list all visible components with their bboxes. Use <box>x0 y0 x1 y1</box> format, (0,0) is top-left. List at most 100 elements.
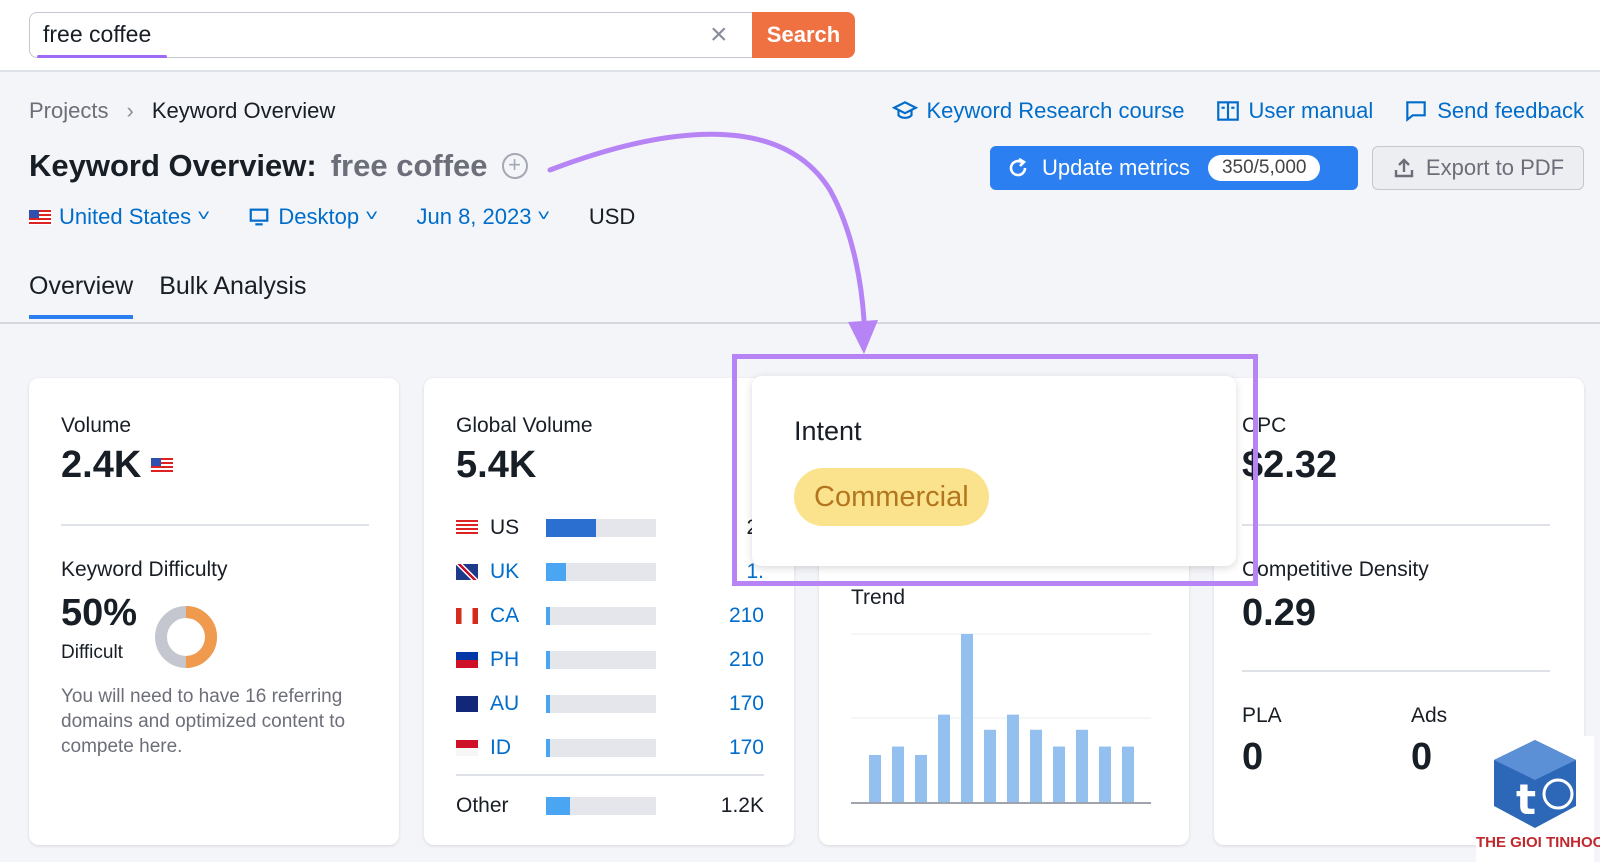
country-code[interactable]: UK <box>490 560 546 584</box>
card-divider <box>456 774 764 776</box>
kd-note: You will need to have 16 referring domai… <box>61 686 346 757</box>
trend-bar <box>1007 714 1019 802</box>
update-metrics-button[interactable]: Update metrics 350/5,000 <box>990 146 1358 190</box>
close-icon[interactable]: × <box>710 19 728 51</box>
export-pdf-button[interactable]: Export to PDF <box>1372 146 1584 190</box>
ads-value: 0 <box>1411 736 1433 778</box>
send-feedback-link[interactable]: Send feedback <box>1403 98 1584 124</box>
country-row-id[interactable]: ID 170 <box>456 726 764 770</box>
us-flag-icon <box>456 520 478 536</box>
country-bar-fill <box>546 695 551 713</box>
country-select-value: United States <box>59 204 192 229</box>
update-metrics-count: 350/5,000 <box>1207 155 1321 181</box>
ca-flag-icon <box>456 608 478 624</box>
card-divider <box>61 524 369 526</box>
tab-overview[interactable]: Overview <box>29 272 134 319</box>
ads-label: Ads <box>1411 704 1448 727</box>
kd-donut <box>155 606 217 668</box>
country-code[interactable]: PH <box>490 648 546 672</box>
country-value: 210 <box>728 648 764 671</box>
country-bar <box>546 563 656 581</box>
cube-logo-icon: t <box>1494 740 1576 828</box>
currency-label: USD <box>588 204 636 229</box>
other-bar <box>546 797 656 815</box>
card-divider <box>1242 524 1550 526</box>
chat-bubble-icon <box>1406 101 1426 122</box>
keyword-course-label: Keyword Research course <box>926 98 1185 123</box>
card-divider <box>1242 670 1550 672</box>
country-row-au[interactable]: AU 170 <box>456 682 764 726</box>
country-bar-fill <box>546 739 551 757</box>
country-code[interactable]: ID <box>490 736 546 760</box>
country-row-uk[interactable]: UK 1. <box>456 550 764 594</box>
country-select[interactable]: United States ˅ <box>29 204 211 230</box>
export-pdf-label: Export to PDF <box>1425 155 1565 180</box>
uk-flag-icon <box>456 564 478 580</box>
us-flag-icon <box>151 458 174 473</box>
date-select-value: Jun 8, 2023 <box>416 204 532 229</box>
country-code[interactable]: AU <box>490 692 546 716</box>
tab-bulk-analysis[interactable]: Bulk Analysis <box>159 272 306 319</box>
user-manual-label: User manual <box>1248 98 1374 123</box>
country-bar <box>546 695 656 713</box>
other-label: Other <box>456 794 509 817</box>
country-bar <box>546 651 656 669</box>
filter-bar: United States ˅ Desktop ˅ Jun 8, 2023 ˅ … <box>29 204 635 230</box>
country-bar-fill <box>546 651 551 669</box>
date-select[interactable]: Jun 8, 2023 ˅ <box>416 204 550 230</box>
other-bar-fill <box>546 797 571 815</box>
device-select-value: Desktop <box>278 204 360 229</box>
country-bar-fill <box>546 563 566 581</box>
user-manual-link[interactable]: User manual <box>1215 98 1374 124</box>
trend-bar <box>1076 729 1088 802</box>
pla-label: PLA <box>1242 704 1282 727</box>
trend-bar <box>984 729 996 802</box>
country-row-ph[interactable]: PH 210 <box>456 638 764 682</box>
volume-value-row: 2.4K <box>61 444 174 487</box>
search-input-value[interactable]: free coffee <box>43 21 151 48</box>
country-value: 170 <box>728 736 764 759</box>
search-underline <box>37 55 167 58</box>
country-code: US <box>490 516 520 539</box>
trend-label: Trend <box>851 586 906 609</box>
search-input[interactable]: free coffee × <box>29 12 755 58</box>
chevron-right-icon: › <box>126 98 134 123</box>
breadcrumb: Projects › Keyword Overview <box>29 98 335 124</box>
trend-bar <box>938 714 950 802</box>
keyword-course-link[interactable]: Keyword Research course <box>892 98 1185 124</box>
country-value: 210 <box>728 604 764 627</box>
kd-level: Difficult <box>61 642 123 663</box>
trend-bar <box>1053 746 1065 802</box>
country-code[interactable]: CA <box>490 604 546 628</box>
chevron-down-icon: ˅ <box>197 208 211 225</box>
kd-label: Keyword Difficulty <box>61 558 228 581</box>
country-bar <box>546 739 656 757</box>
refresh-icon <box>1009 157 1027 177</box>
country-bar-fill <box>546 519 596 537</box>
kd-value: 50% <box>61 592 138 634</box>
country-value: 170 <box>728 692 764 715</box>
volume-value: 2.4K <box>61 444 142 486</box>
desktop-icon <box>250 208 269 226</box>
graduation-cap-icon <box>892 101 919 119</box>
tab-bar: Overview Bulk Analysis <box>29 272 306 319</box>
volume-card: Volume 2.4K Keyword Difficulty 50% Diffi… <box>29 378 399 845</box>
chevron-down-icon: ˅ <box>365 208 379 225</box>
global-volume-value: 5.4K <box>456 444 537 486</box>
breadcrumb-projects[interactable]: Projects <box>29 98 108 124</box>
country-bar-fill <box>546 607 551 625</box>
competitive-density-label: Competitive Density <box>1242 558 1429 581</box>
intent-label: Intent <box>794 416 862 446</box>
global-volume-label: Global Volume <box>456 414 593 437</box>
ph-flag-icon <box>456 652 478 668</box>
trend-bar <box>1030 729 1042 802</box>
country-bar <box>546 607 656 625</box>
add-keyword-icon[interactable]: + <box>501 153 528 179</box>
device-select[interactable]: Desktop ˅ <box>248 204 379 230</box>
search-button[interactable]: Search <box>752 12 855 58</box>
au-flag-icon <box>456 696 478 712</box>
competitive-density-value: 0.29 <box>1242 592 1316 634</box>
country-row-ca[interactable]: CA 210 <box>456 594 764 638</box>
us-flag-icon <box>29 209 51 225</box>
watermark-text: THE GIOI TINHOC <box>1476 834 1600 851</box>
